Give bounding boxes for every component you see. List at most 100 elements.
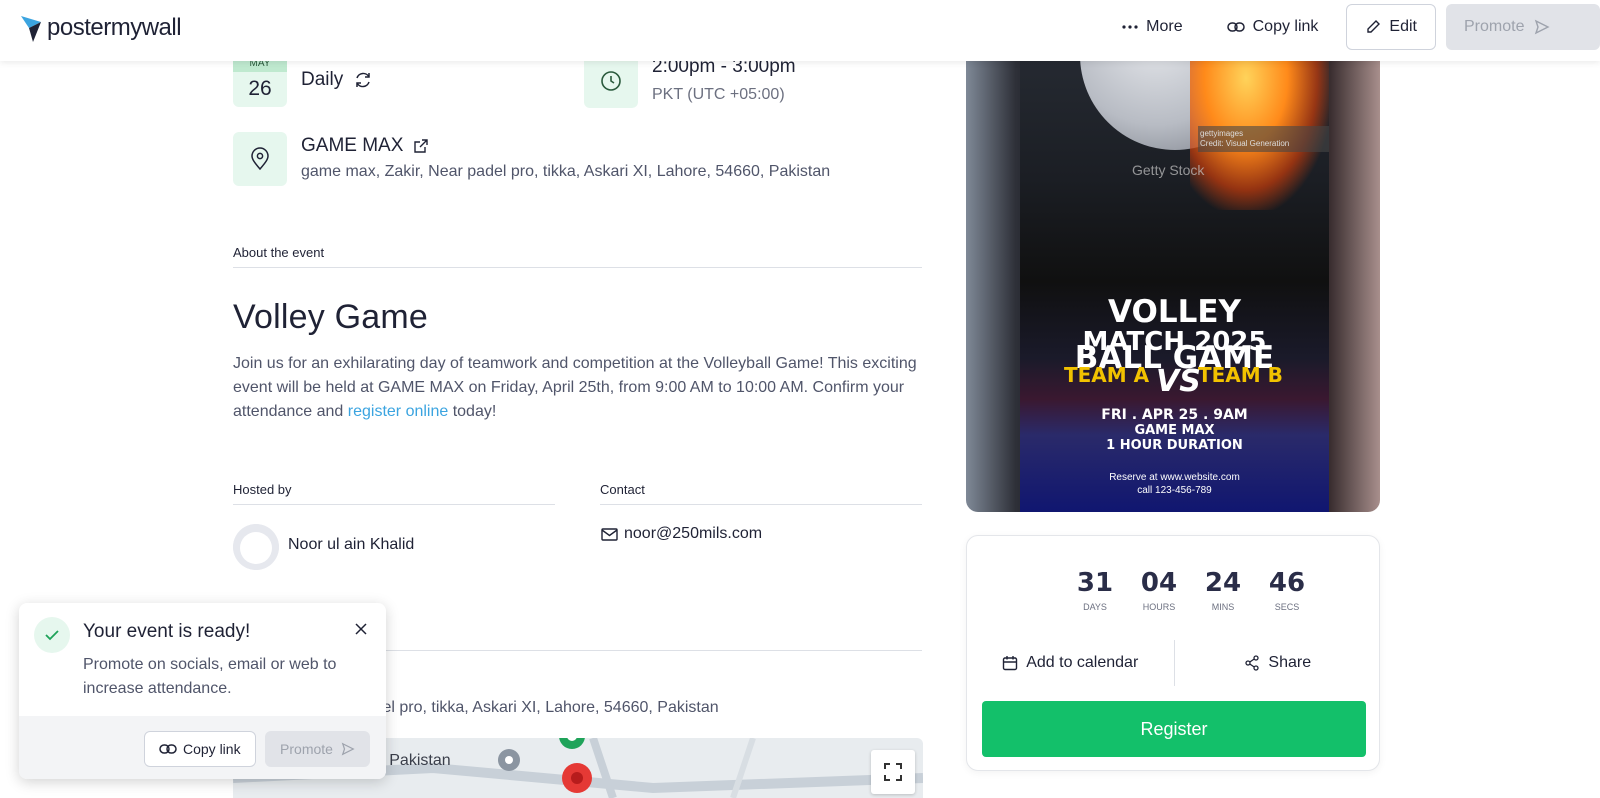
more-dots-icon [1122, 25, 1138, 29]
location-badge [233, 132, 287, 186]
avatar-icon [233, 524, 279, 570]
recurrence-label: Daily [301, 69, 344, 90]
calendar-icon [1003, 656, 1018, 671]
logo-mark [21, 16, 41, 42]
poster-vs: VS [1156, 364, 1201, 399]
contact-divider [600, 504, 922, 505]
poster-line-volley: VOLLEY [1108, 294, 1241, 330]
more-button[interactable]: More [1100, 4, 1204, 50]
countdown-days: 31 DAYS [1063, 568, 1127, 612]
countdown-hours: 04 HOURS [1127, 568, 1191, 612]
about-divider [233, 267, 922, 268]
poster-call: call 123-456-789 [1137, 485, 1212, 496]
poster-team-a: TEAM A [1064, 363, 1150, 387]
pencil-icon [1367, 20, 1381, 33]
header-actions: More Copy link Edit Promote [1100, 4, 1600, 50]
link-icon [159, 744, 177, 754]
close-icon [355, 623, 367, 635]
toast-promote-label: Promote [280, 741, 333, 757]
brand-name: postermywall [47, 14, 182, 41]
venue-name[interactable]: GAME MAX [301, 135, 429, 157]
getty-line1: gettyimages [1200, 129, 1244, 138]
more-label: More [1146, 18, 1183, 35]
poster-date: FRI . APR 25 . 9AM [1101, 407, 1248, 423]
countdown-days-value: 31 [1076, 568, 1114, 598]
toast-body: Promote on socials, email or web to incr… [83, 656, 337, 697]
event-description: Join us for an exhilarating day of teamw… [233, 352, 923, 424]
description-text: Join us for an exhilarating day of teamw… [233, 355, 917, 420]
poster-duration: 1 HOUR DURATION [1106, 438, 1243, 453]
recurrence: Daily [301, 69, 373, 91]
clock-badge [584, 54, 638, 108]
check-icon [45, 630, 59, 641]
countdown-mins-label: MINS [1211, 602, 1235, 612]
getty-credit: gettyimages Credit: Visual Generation [1198, 126, 1329, 152]
add-to-calendar-button[interactable]: Add to calendar [967, 640, 1174, 686]
poster-team-b: TEAM B [1198, 363, 1283, 387]
register-online-link[interactable]: register online [348, 403, 449, 420]
event-title: Volley Game [233, 298, 428, 336]
description-end: today! [448, 403, 497, 420]
add-to-calendar-label: Add to calendar [1026, 654, 1139, 671]
event-poster: gettyimages Credit: Visual Generation Ge… [1020, 0, 1329, 512]
countdown-days-label: DAYS [1083, 602, 1107, 612]
toast-check-badge [34, 617, 70, 653]
event-ready-toast: Your event is ready! Promote on socials,… [19, 603, 386, 779]
external-link-icon [414, 139, 429, 153]
refresh-icon [356, 72, 370, 88]
copy-link-button[interactable]: Copy link [1205, 4, 1341, 50]
location-address: r padel pro, tikka, Askari XI, Lahore, 5… [346, 699, 719, 716]
contact-email[interactable]: noor@250mils.com [601, 525, 762, 543]
share-label: Share [1268, 654, 1312, 671]
countdown-secs: 46 SECS [1255, 568, 1319, 612]
getty-line2: Credit: Visual Generation [1200, 139, 1290, 148]
toast-promote-button[interactable]: Promote [265, 731, 370, 767]
register-button[interactable]: Register [982, 701, 1366, 757]
send-icon [341, 742, 355, 756]
copy-link-label: Copy link [1252, 18, 1319, 35]
toast-close-button[interactable] [352, 620, 370, 638]
contact-email-value: noor@250mils.com [624, 525, 763, 542]
promote-button[interactable]: Promote [1446, 4, 1600, 50]
host-avatar [233, 524, 279, 570]
countdown-mins-value: 24 [1204, 568, 1242, 598]
venue-name-label: GAME MAX [301, 135, 404, 156]
countdown-secs-value: 46 [1268, 568, 1306, 598]
countdown-hours-value: 04 [1140, 568, 1178, 598]
countdown-secs-label: SECS [1274, 602, 1300, 612]
poster-reserve: Reserve at www.website.com [1109, 472, 1240, 483]
map-pin-icon [251, 147, 269, 171]
event-timezone: PKT (UTC +05:00) [652, 86, 785, 103]
getty-watermark: Getty Stock [1132, 162, 1205, 178]
brand-logo[interactable]: postermywall [19, 12, 182, 44]
map-fullscreen-button[interactable] [871, 750, 915, 794]
poster-frame: gettyimages Credit: Visual Generation Ge… [966, 0, 1380, 512]
countdown: 31 DAYS 04 HOURS 24 MINS 46 SECS [1063, 568, 1319, 612]
edit-label: Edit [1389, 18, 1417, 35]
host-divider [233, 504, 555, 505]
edit-button[interactable]: Edit [1346, 4, 1436, 50]
share-button[interactable]: Share [1175, 640, 1382, 686]
promote-label: Promote [1464, 18, 1525, 35]
date-day: 26 [248, 77, 272, 100]
share-icon [1245, 655, 1260, 671]
registration-card: 31 DAYS 04 HOURS 24 MINS 46 SECS Add to … [966, 535, 1380, 771]
mail-icon [601, 527, 618, 541]
link-icon [1226, 22, 1245, 32]
about-label: About the event [233, 245, 325, 260]
poster-venue: GAME MAX [1134, 423, 1215, 438]
clock-icon [601, 71, 621, 91]
toast-footer: Copy link Promote [19, 716, 386, 779]
toast-title: Your event is ready! [83, 621, 251, 642]
card-actions: Add to calendar Share [967, 640, 1381, 686]
countdown-mins: 24 MINS [1191, 568, 1255, 612]
toast-copy-link-button[interactable]: Copy link [144, 731, 256, 767]
expand-icon [884, 763, 902, 781]
contact-label: Contact [600, 482, 645, 497]
send-icon [1535, 19, 1551, 35]
top-bar: postermywall More Copy link Edit Promote [0, 0, 1600, 61]
toast-copy-link-label: Copy link [183, 741, 241, 757]
hosted-by-label: Hosted by [233, 482, 292, 497]
countdown-hours-label: HOURS [1142, 602, 1176, 612]
host-name: Noor ul ain Khalid [288, 536, 415, 553]
